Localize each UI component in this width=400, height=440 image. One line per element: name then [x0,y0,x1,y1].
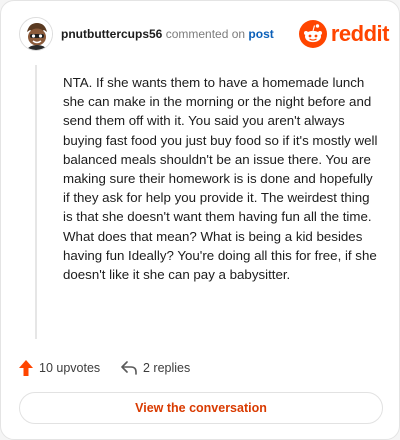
reddit-logo[interactable]: reddit [298,17,390,51]
replies-count: 2 replies [143,361,191,375]
brand-wordmark: reddit [330,21,390,46]
action-text: commented on [165,27,246,41]
comment-header: pnutbuttercups56 commented on post reddi… [19,17,390,53]
comment-meta: pnutbuttercups56 commented on post [61,27,274,41]
thread-line [35,65,37,339]
avatar[interactable] [19,17,53,51]
comment-card: pnutbuttercups56 commented on post reddi… [0,0,400,440]
avatar-character-icon [20,18,52,50]
reddit-snoo-icon [298,20,327,48]
reply-arrow-icon [121,361,137,375]
upvote-count: 10 upvotes [39,361,101,375]
view-conversation-button[interactable]: View the conversation [19,392,383,424]
upvote-button[interactable]: 10 upvotes [19,357,100,379]
username[interactable]: pnutbuttercups56 [61,27,162,41]
post-link[interactable]: post [248,27,273,41]
comment-actions: 10 upvotes 2 replies [19,357,379,379]
upvote-arrow-icon [19,360,33,376]
replies-button[interactable]: 2 replies [121,357,190,379]
comment-body: NTA. If she wants them to have a homemad… [63,75,378,283]
